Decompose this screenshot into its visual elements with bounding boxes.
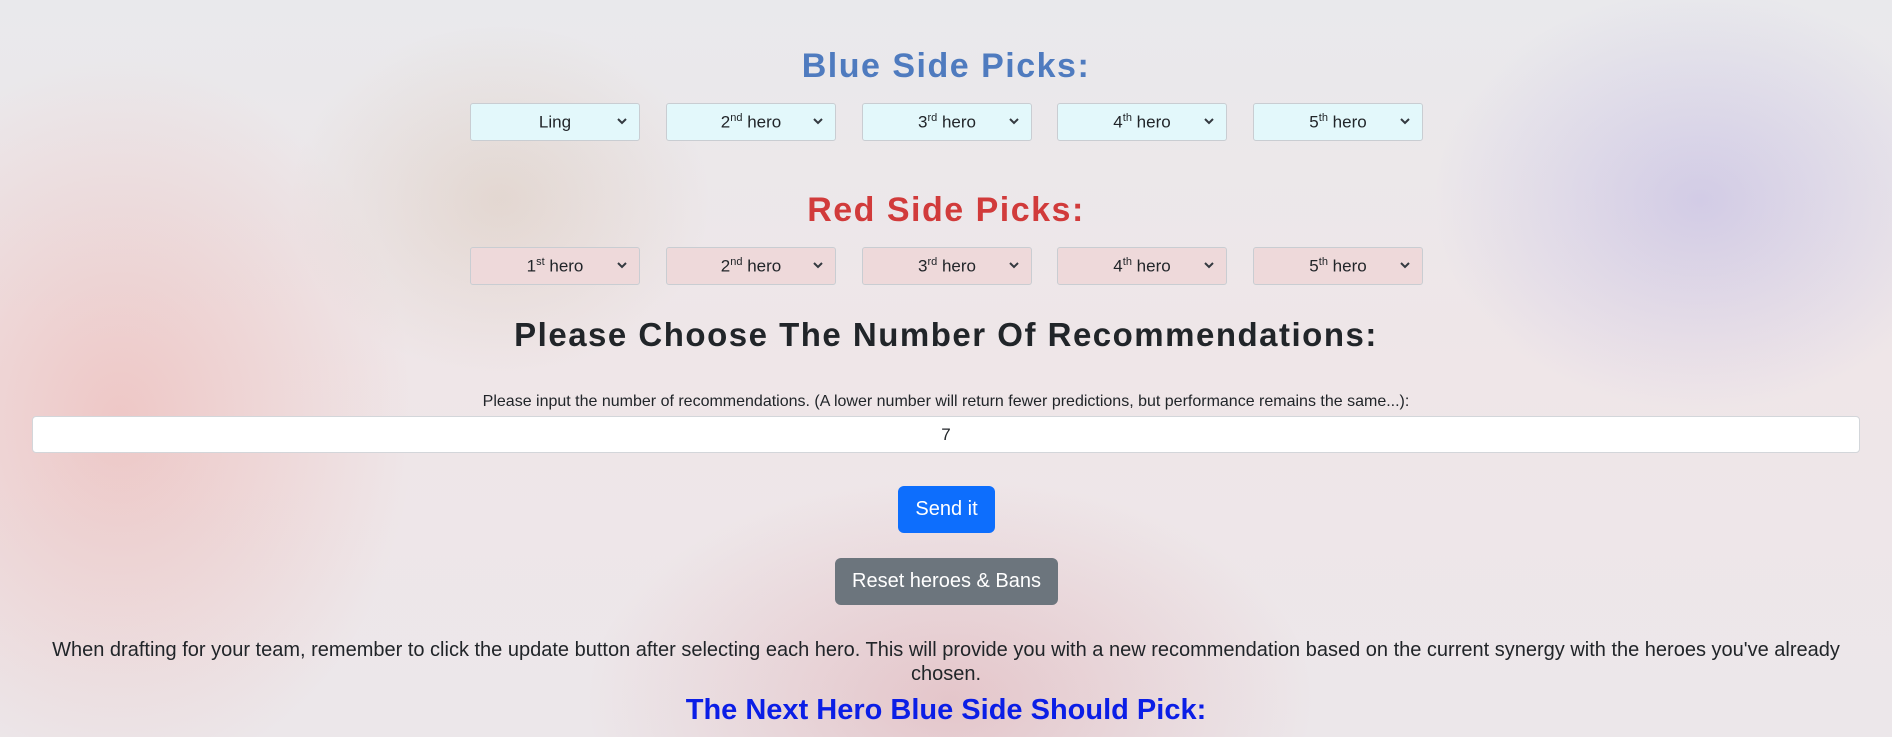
blue-side-picks: Ling 2nd hero 3rd hero 4th hero 5th hero	[0, 103, 1892, 141]
red-pick-1-select[interactable]: 1st hero	[470, 247, 640, 285]
chevron-down-icon	[1204, 118, 1214, 125]
next-pick-title: The Next Hero Blue Side Should Pick:	[685, 694, 1207, 726]
blue-pick-1-value: Ling	[538, 112, 572, 132]
blue-pick-2-select[interactable]: 2nd hero	[666, 103, 836, 141]
red-pick-3-value: 3rd hero	[918, 255, 976, 276]
chevron-down-icon	[1400, 262, 1410, 269]
chevron-down-icon	[1009, 262, 1019, 269]
red-pick-5-select[interactable]: 5th hero	[1253, 247, 1423, 285]
blue-pick-5-value: 5th hero	[1309, 111, 1367, 132]
chevron-down-icon	[617, 118, 627, 125]
red-pick-4-value: 4th hero	[1113, 255, 1171, 276]
chevron-down-icon	[1204, 262, 1214, 269]
blue-pick-3-select[interactable]: 3rd hero	[862, 103, 1032, 141]
recommendations-input-label: Please input the number of recommendatio…	[482, 393, 1410, 410]
red-pick-5-value: 5th hero	[1309, 255, 1367, 276]
chevron-down-icon	[1009, 118, 1019, 125]
red-pick-4-select[interactable]: 4th hero	[1057, 247, 1227, 285]
red-side-picks: 1st hero 2nd hero 3rd hero 4th hero 5th …	[0, 247, 1892, 285]
blue-side-title: Blue Side Picks:	[801, 47, 1091, 85]
blue-pick-5-select[interactable]: 5th hero	[1253, 103, 1423, 141]
chevron-down-icon	[617, 262, 627, 269]
red-pick-2-select[interactable]: 2nd hero	[666, 247, 836, 285]
reset-heroes-bans-button[interactable]: Reset heroes & Bans	[835, 558, 1058, 605]
blue-pick-4-value: 4th hero	[1113, 111, 1171, 132]
red-pick-3-select[interactable]: 3rd hero	[862, 247, 1032, 285]
blue-pick-3-value: 3rd hero	[918, 111, 976, 132]
blue-pick-4-select[interactable]: 4th hero	[1057, 103, 1227, 141]
blue-pick-1-select[interactable]: Ling	[470, 103, 640, 141]
red-side-title: Red Side Picks:	[807, 191, 1085, 229]
recommendations-number-input[interactable]	[32, 416, 1860, 453]
send-button[interactable]: Send it	[898, 486, 995, 533]
chevron-down-icon	[1400, 118, 1410, 125]
recommendations-title: Please Choose The Number Of Recommendati…	[514, 316, 1378, 353]
drafting-hint-text: When drafting for your team, remember to…	[52, 639, 1840, 685]
red-pick-2-value: 2nd hero	[720, 255, 782, 276]
chevron-down-icon	[813, 262, 823, 269]
blue-pick-2-value: 2nd hero	[720, 111, 782, 132]
chevron-down-icon	[813, 118, 823, 125]
red-pick-1-value: 1st hero	[526, 255, 584, 276]
